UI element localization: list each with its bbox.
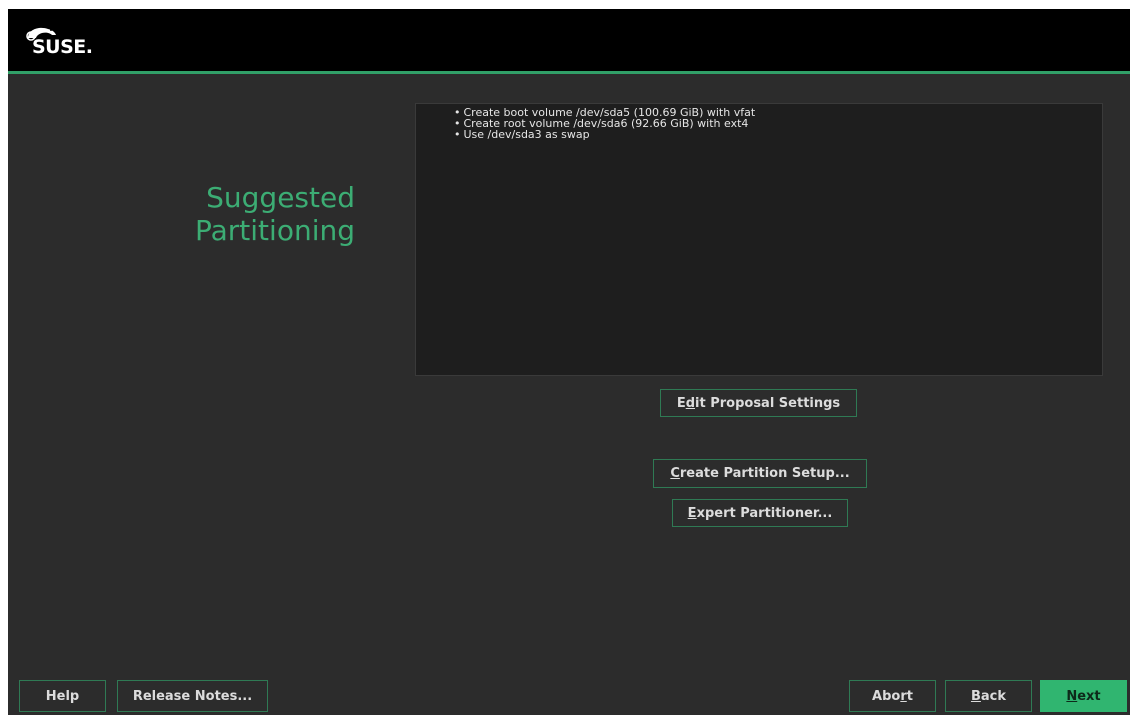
header-accent-line <box>8 71 1130 74</box>
help-label: Help <box>45 688 80 704</box>
release-notes-button[interactable]: Release Notes... <box>117 680 268 712</box>
expert-partitioner-label: Expert Partitioner... <box>687 505 833 521</box>
abort-button[interactable]: Abort <box>849 680 936 712</box>
back-button[interactable]: Back <box>945 680 1032 712</box>
page-title-line2: Partitioning <box>195 214 355 247</box>
create-partition-setup-button[interactable]: Create Partition Setup... <box>653 459 867 488</box>
help-button[interactable]: Help <box>19 680 106 712</box>
suse-logo: SUSE. <box>22 23 132 63</box>
installer-window: SUSE. Suggested Partitioning Create boot… <box>8 9 1130 715</box>
abort-label: Abort <box>872 688 913 704</box>
back-label: Back <box>970 688 1007 704</box>
summary-item: Use /dev/sda3 as swap <box>454 129 1102 140</box>
page-title-line1: Suggested <box>206 181 355 214</box>
expert-partitioner-button[interactable]: Expert Partitioner... <box>672 499 848 527</box>
page-title: Suggested Partitioning <box>123 181 355 247</box>
create-partition-label: Create Partition Setup... <box>670 466 850 481</box>
suse-brand-text: SUSE. <box>32 36 93 58</box>
top-banner: SUSE. <box>8 9 1130 71</box>
edit-proposal-label: Edit Proposal Settings <box>676 395 841 411</box>
partition-summary-box: Create boot volume /dev/sda5 (100.69 GiB… <box>415 103 1103 376</box>
next-button[interactable]: Next <box>1040 680 1127 712</box>
next-label: Next <box>1066 688 1101 704</box>
release-notes-label: Release Notes... <box>132 688 253 704</box>
edit-proposal-settings-button[interactable]: Edit Proposal Settings <box>660 389 857 417</box>
partition-summary-list: Create boot volume /dev/sda5 (100.69 GiB… <box>454 107 1102 140</box>
